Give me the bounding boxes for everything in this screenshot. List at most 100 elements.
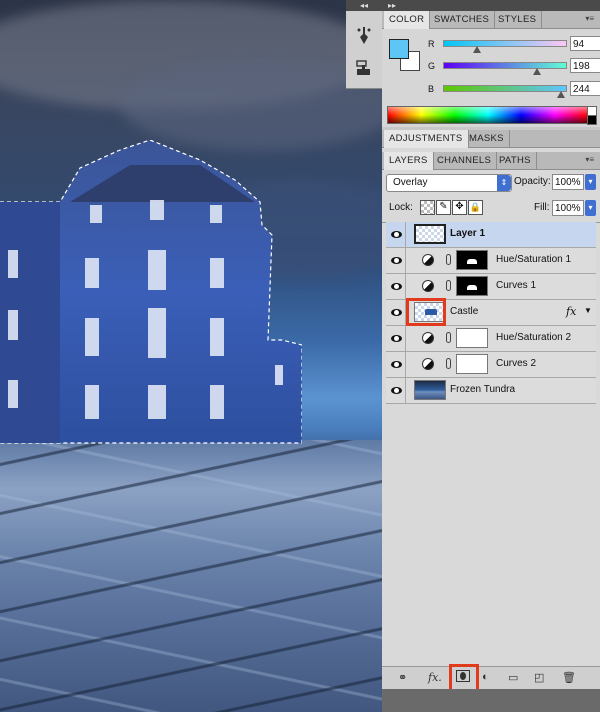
red-slider-thumb[interactable]	[473, 46, 481, 53]
foreground-color-swatch[interactable]	[389, 39, 409, 59]
castle-thumbnail-highlight	[406, 298, 446, 326]
blue-slider-track[interactable]	[443, 85, 567, 92]
opacity-dropdown-icon[interactable]: ▾	[585, 174, 596, 190]
visibility-toggle[interactable]	[387, 274, 406, 299]
panel-menu-icon[interactable]: ▾≡	[585, 155, 594, 164]
tab-layers[interactable]: LAYERS	[384, 152, 434, 170]
green-slider-row: G 198	[410, 58, 600, 78]
tab-adjustments[interactable]: ADJUSTMENTS	[384, 130, 469, 148]
image-canvas[interactable]	[0, 0, 382, 712]
blue-slider-row: B 244	[410, 81, 600, 101]
visibility-toggle[interactable]	[387, 300, 406, 325]
black-swatch[interactable]	[587, 115, 597, 125]
layer-thumbnail[interactable]	[414, 224, 446, 244]
visibility-toggle[interactable]	[387, 248, 406, 273]
adjustment-icon[interactable]	[422, 358, 434, 370]
lock-transparent-icon[interactable]	[420, 200, 435, 215]
expand-effects-icon[interactable]: ▼	[584, 306, 592, 315]
layer-name: Curves 1	[496, 280, 537, 291]
blue-value-input[interactable]: 244	[570, 81, 600, 96]
lock-position-icon[interactable]: ✥	[452, 200, 467, 215]
panel-menu-icon[interactable]: ▾≡	[585, 14, 594, 23]
link-icon[interactable]	[446, 254, 451, 265]
layer-row-layer-1[interactable]: Layer 1	[386, 222, 596, 248]
layer-row-frozen-tundra[interactable]: Frozen Tundra	[386, 378, 596, 404]
eye-icon	[391, 361, 402, 368]
eye-icon	[391, 335, 402, 342]
blue-slider-thumb[interactable]	[557, 91, 565, 98]
adjustment-icon[interactable]	[422, 280, 434, 292]
tab-swatches[interactable]: SWATCHES	[429, 11, 496, 28]
eye-icon	[391, 309, 402, 316]
layer-mask-thumbnail[interactable]	[456, 250, 488, 270]
eye-icon	[391, 257, 402, 264]
layer-row-hue-saturation-2[interactable]: Hue/Saturation 2	[386, 326, 596, 352]
opacity-label: Opacity:	[514, 176, 551, 187]
fill-input[interactable]: 100%	[552, 200, 584, 216]
visibility-toggle[interactable]	[387, 222, 406, 247]
green-slider-thumb[interactable]	[533, 68, 541, 75]
layer-name: Hue/Saturation 1	[496, 254, 572, 265]
storm-cloud	[120, 60, 382, 150]
trash-icon[interactable]: 🗑	[562, 671, 576, 684]
tab-color[interactable]: COLOR	[384, 11, 431, 29]
layers-bottom-toolbar: ⚭ fx. ◐ ▭ ◰ 🗑	[382, 664, 600, 692]
panel-footer-bar	[382, 689, 600, 712]
visibility-toggle[interactable]	[387, 378, 406, 403]
eye-icon	[391, 231, 402, 238]
link-layers-icon[interactable]: ⚭	[398, 671, 407, 684]
layer-row-curves-1[interactable]: Curves 1	[386, 274, 596, 300]
red-slider-track[interactable]	[443, 40, 567, 47]
new-layer-icon[interactable]: ◰	[534, 671, 544, 684]
blend-mode-select[interactable]: Overlay ⇕	[386, 174, 512, 192]
tab-channels[interactable]: CHANNELS	[432, 152, 498, 169]
fx-icon[interactable]: fx.	[428, 671, 442, 684]
lock-image-icon[interactable]: ✎	[436, 200, 451, 215]
red-value-input[interactable]: 94	[570, 36, 600, 51]
tab-paths[interactable]: PATHS	[494, 152, 537, 169]
green-label: G	[428, 61, 436, 71]
visibility-toggle[interactable]	[387, 352, 406, 377]
layer-mask-thumbnail[interactable]	[456, 354, 488, 374]
tools-collapse-bar[interactable]: ◂◂	[346, 0, 382, 11]
adjustment-icon[interactable]	[422, 332, 434, 344]
fx-badge[interactable]: fx	[566, 305, 576, 318]
link-icon[interactable]	[446, 332, 451, 343]
layer-name: Frozen Tundra	[450, 384, 516, 395]
layer-mask-thumbnail[interactable]	[456, 276, 488, 296]
clone-source-icon[interactable]	[354, 58, 374, 78]
brush-preset-icon[interactable]	[355, 26, 373, 46]
layer-row-hue-saturation-1[interactable]: Hue/Saturation 1	[386, 248, 596, 274]
panel-dock-collapse-bar[interactable]: ▸▸	[382, 0, 600, 11]
tab-masks[interactable]: MASKS	[464, 130, 510, 147]
link-icon[interactable]	[446, 280, 451, 291]
collapse-glyph: ▸▸	[388, 1, 397, 10]
color-spectrum-ramp[interactable]	[387, 106, 589, 124]
dropdown-arrow-icon: ⇕	[497, 175, 511, 191]
layers-panel: LAYERS CHANNELS PATHS ▾≡ Overlay ⇕ Opaci…	[382, 148, 600, 712]
visibility-toggle[interactable]	[387, 326, 406, 351]
adjustment-icon[interactable]	[422, 254, 434, 266]
adjustments-panel: ADJUSTMENTS MASKS	[382, 130, 600, 148]
green-slider-track[interactable]	[443, 62, 567, 69]
blue-label: B	[428, 84, 435, 94]
fill-label: Fill:	[534, 202, 550, 213]
red-slider-row: R 94	[410, 36, 600, 56]
link-icon[interactable]	[446, 358, 451, 369]
group-folder-icon[interactable]: ▭	[508, 671, 518, 684]
layer-row-curves-2[interactable]: Curves 2	[386, 352, 596, 378]
fill-dropdown-icon[interactable]: ▾	[585, 200, 596, 216]
adjustment-layer-icon[interactable]: ◐	[482, 671, 489, 683]
layer-mask-thumbnail[interactable]	[456, 328, 488, 348]
layer-name: Curves 2	[496, 358, 537, 369]
castle-selection[interactable]	[0, 140, 302, 445]
layer-thumbnail[interactable]	[414, 380, 446, 400]
eye-icon	[391, 387, 402, 394]
opacity-input[interactable]: 100%	[552, 174, 584, 190]
layer-name: Castle	[450, 306, 479, 317]
lock-all-icon[interactable]: 🔒	[468, 200, 483, 215]
layer-name: Layer 1	[450, 228, 486, 239]
layers-tabbar: LAYERS CHANNELS PATHS ▾≡	[382, 152, 600, 170]
tab-styles[interactable]: STYLES	[493, 11, 543, 28]
green-value-input[interactable]: 198	[570, 58, 600, 73]
